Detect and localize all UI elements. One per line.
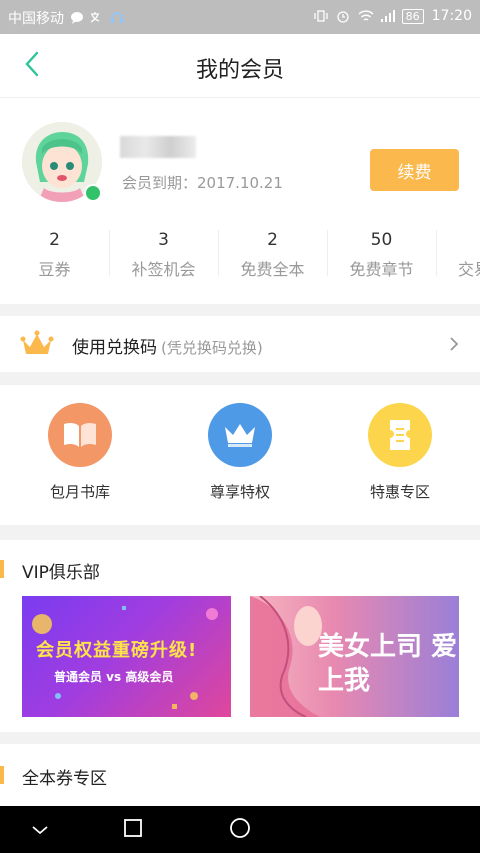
square-icon [123, 818, 143, 842]
page-title: 我的会员 [195, 58, 284, 83]
stat-label: 免费章节 [349, 260, 414, 279]
chevron-right-icon [448, 336, 460, 352]
stat-free-chapters[interactable]: 50 免费章节 [327, 228, 436, 280]
section-title: VIP俱乐部 [22, 563, 100, 583]
section-accent-bar [0, 560, 4, 578]
stat-free-full-books[interactable]: 2 免费全本 [218, 228, 327, 280]
redeem-code-row[interactable]: 使用兑换码 (凭兑换码兑换) [0, 316, 480, 372]
banner-title: 美女上司 爱上我 [318, 632, 458, 696]
redeem-subtitle: (凭兑换码兑换) [161, 339, 263, 357]
redeem-title: 使用兑换码 [72, 338, 157, 358]
feature-grid: 包月书库 尊享特权 特惠专区 [0, 385, 480, 525]
system-navigation-bar [0, 806, 480, 853]
username-blurred [120, 136, 196, 158]
wifi-icon [358, 9, 374, 23]
status-left: 中国移动 [8, 8, 124, 28]
membership-expiry: 会员到期：2017.10.21 [122, 174, 283, 192]
stat-value: 2 [49, 230, 60, 250]
nav-down-button[interactable] [26, 816, 54, 844]
renew-button[interactable]: 续费 [370, 149, 459, 191]
nav-home-button[interactable] [226, 816, 254, 844]
nav-recents-button[interactable] [119, 816, 147, 844]
status-bar: 中国移动 86 17:20 [0, 0, 480, 34]
stat-value: 50 [370, 230, 393, 250]
vibrate-icon [313, 9, 328, 23]
banner-membership-upgrade[interactable]: 会员权益重磅升级! 普通会员 vs 高级会员 [22, 596, 231, 717]
stat-value: 2 [267, 230, 278, 250]
headset-icon [110, 11, 124, 25]
message-icon [70, 11, 84, 25]
feature-label: 特惠专区 [369, 483, 430, 501]
banner-novel-promo[interactable]: 美女上司 爱上我 [250, 596, 459, 717]
member-stats: 2 豆券 3 补签机会 2 免费全本 50 免费章节 交易 [0, 228, 480, 280]
crown-icon [208, 403, 272, 467]
banner-subtitle: 普通会员 vs 高级会员 [54, 670, 174, 684]
crown-icon [20, 330, 54, 358]
book-icon [48, 403, 112, 467]
feature-privileges[interactable]: 尊享特权 [160, 385, 320, 525]
status-right: 86 17:20 [313, 8, 472, 24]
stat-value: 3 [158, 230, 169, 250]
translate-icon [90, 11, 104, 25]
vip-badge-icon [84, 184, 102, 202]
feature-monthly-library[interactable]: 包月书库 [0, 385, 160, 525]
banner-title: 会员权益重磅升级! [36, 640, 198, 661]
feature-discount-zone[interactable]: 特惠专区 [320, 385, 480, 525]
stat-coupons[interactable]: 2 豆券 [0, 228, 109, 280]
clock: 17:20 [431, 8, 472, 24]
ticket-icon [368, 403, 432, 467]
circle-icon [229, 817, 251, 843]
stat-makeup-signin[interactable]: 3 补签机会 [109, 228, 218, 280]
stat-label: 豆券 [38, 260, 71, 279]
section-accent-bar [0, 766, 4, 784]
vip-club-section: VIP俱乐部 会员权益重磅升级! 普通会员 vs 高级会员 美女上司 爱上我 [0, 540, 480, 732]
alarm-icon [336, 9, 350, 23]
stat-value [436, 230, 480, 250]
feature-label: 包月书库 [49, 483, 110, 501]
chevron-down-icon [31, 821, 49, 840]
redeem-title-wrap: 使用兑换码 (凭兑换码兑换) [72, 333, 263, 358]
section-title: 全本券专区 [22, 769, 107, 789]
feature-label: 尊享特权 [209, 483, 270, 501]
stat-label: 免费全本 [240, 260, 305, 279]
battery-icon: 86 [401, 8, 424, 24]
coupon-section: 全本券专区 [0, 744, 480, 806]
member-card: 会员到期：2017.10.21 续费 2 豆券 3 补签机会 2 免费全本 50… [0, 98, 480, 304]
carrier-label: 中国移动 [8, 11, 64, 27]
signal-icon [380, 9, 395, 23]
stat-label: 补签机会 [131, 260, 196, 279]
stat-transactions[interactable]: 交易 [436, 228, 480, 280]
stat-label: 交易 [458, 260, 480, 279]
app-header: 我的会员 [0, 34, 480, 98]
